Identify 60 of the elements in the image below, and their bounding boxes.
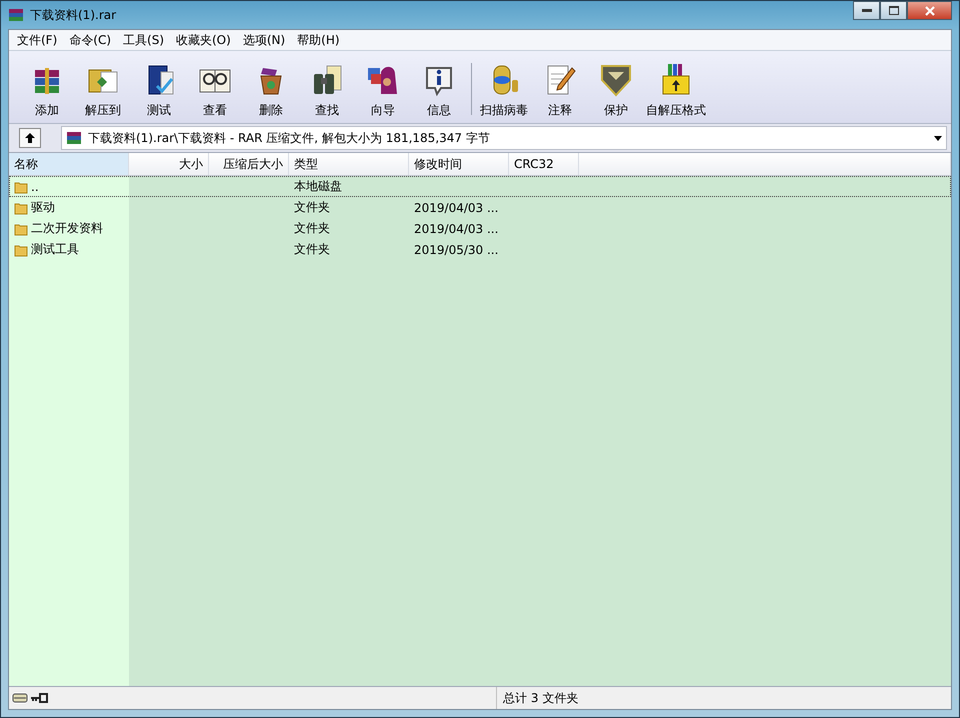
caret-icon[interactable] [934,136,942,140]
file-row[interactable]: 二次开发资料 文件夹 2019/04/03 ... [9,218,951,239]
column-header[interactable]: 大小 [129,153,209,175]
folder-icon [14,242,28,256]
file-type: 文件夹 [294,220,330,237]
minimize-button[interactable] [853,1,880,20]
minimize-icon [862,8,872,12]
file-name: .. [31,180,39,194]
toolbar-button[interactable]: 查看 [203,102,227,119]
toolbar-button[interactable]: 自解压格式 [646,102,706,119]
folder-icon [14,200,28,214]
toolbar-button[interactable]: 信息 [427,102,451,119]
close-icon [924,6,934,16]
column-header[interactable]: 压缩后大小 [209,153,289,175]
menu-item[interactable]: 命令(C) [63,30,118,50]
status-text: 总计 3 文件夹 [503,690,578,706]
menu-item[interactable]: 收藏夹(O) [170,30,237,50]
folder-icon [14,222,28,236]
column-header[interactable]: CRC32 [509,153,579,175]
menu-item[interactable]: 选项(N) [236,30,292,50]
up-folder-button[interactable] [19,128,41,148]
file-name: 二次开发资料 [31,220,103,237]
column-header[interactable]: 名称 [9,153,129,175]
menu-item[interactable]: 帮助(H) [291,30,346,50]
file-row[interactable]: 测试工具 文件夹 2019/05/30 ... [9,239,951,260]
maximize-icon [888,6,898,15]
window-title: 下载资料(1).rar [30,6,118,24]
menu-item[interactable]: 文件(F) [11,30,64,50]
file-name: 测试工具 [31,241,79,258]
maximize-button[interactable] [880,1,907,20]
up-arrow-icon [24,132,36,144]
toolbar-button[interactable]: 添加 [35,102,59,119]
toolbar-button[interactable]: 删除 [259,102,283,119]
folder-icon [14,180,28,194]
column-header[interactable]: 类型 [289,153,409,175]
file-type: 文件夹 [294,199,330,216]
menu-item[interactable]: 工具(S) [117,30,170,50]
toolbar-button[interactable]: 测试 [147,102,171,119]
key-icon [30,692,48,704]
file-row[interactable]: .. 本地磁盘 [9,176,951,197]
file-type: 文件夹 [294,241,330,258]
file-row[interactable]: 驱动 文件夹 2019/04/03 ... [9,197,951,218]
close-button[interactable] [907,1,952,20]
archive-icon [66,130,82,146]
toolbar-button[interactable]: 查找 [315,102,339,119]
toolbar-button[interactable]: 保护 [604,102,628,119]
column-header[interactable]: 修改时间 [409,153,509,175]
toolbar-button[interactable]: 扫描病毒 [480,102,528,119]
drive-icon [12,692,28,704]
path-field[interactable]: 下载资料(1).rar\下载资料 - RAR 压缩文件, 解包大小为 181,185,347 字节 [61,126,947,150]
file-name: 驱动 [31,199,55,216]
shield-icon[interactable] [598,62,634,98]
file-modified: 2019/05/30 ... [414,242,498,256]
file-modified: 2019/04/03 ... [414,222,498,236]
file-type: 本地磁盘 [294,178,342,195]
toolbar-button[interactable]: 注释 [548,102,572,119]
toolbar-button[interactable]: 解压到 [85,102,121,119]
file-modified: 2019/04/03 ... [414,200,498,214]
archive-icon [8,7,24,23]
toolbar-button[interactable]: 向导 [371,102,395,119]
